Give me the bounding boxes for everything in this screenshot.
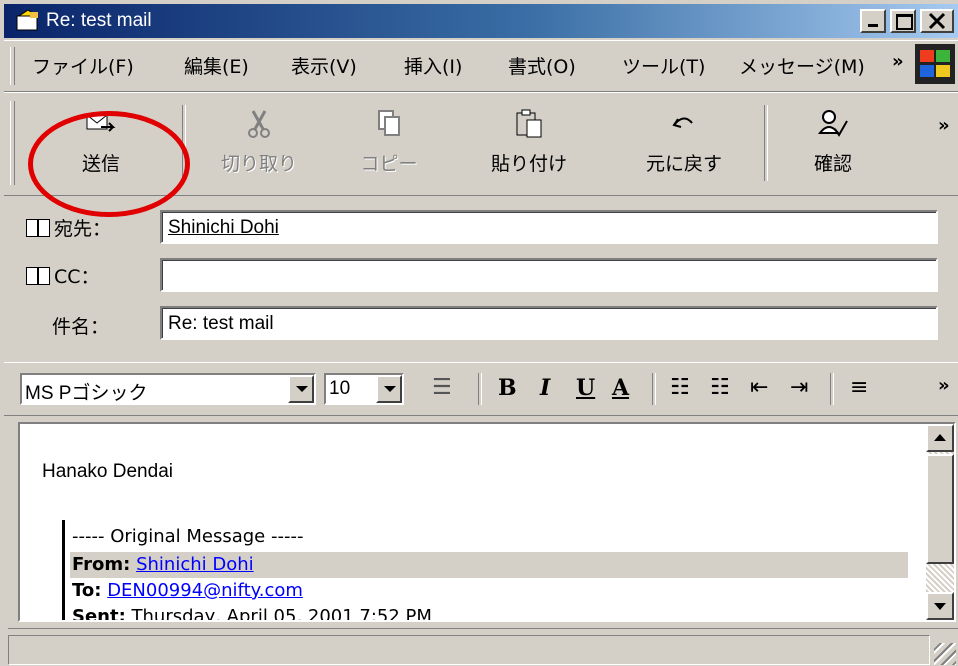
resize-grip-icon[interactable] <box>934 643 956 665</box>
toolbar-separator <box>764 105 768 181</box>
paragraph-style-icon[interactable]: ☰ <box>432 375 452 400</box>
paste-button[interactable]: 貼り付け <box>474 105 584 183</box>
copy-button[interactable]: コピー <box>334 105 444 183</box>
paste-label: 貼り付け <box>490 153 567 175</box>
sent-value: Thursday, April 05, 2001 7:52 PM <box>131 606 432 622</box>
to-label-text: 宛先： <box>54 218 112 240</box>
cc-field[interactable] <box>160 258 938 292</box>
scroll-down-arrow-icon <box>934 603 946 610</box>
compose-window: Re: test mail ファイル(F) 編集(E) 表示(V) 挿入(I) … <box>0 0 958 666</box>
window-title: Re: test mail <box>46 10 152 31</box>
to-recipient[interactable]: Shinichi Dohi <box>168 217 279 239</box>
copy-icon <box>378 110 400 136</box>
menu-overflow-chevron-icon[interactable]: » <box>892 51 904 72</box>
increase-indent-icon[interactable]: ⇥ <box>790 375 808 400</box>
scroll-down-button[interactable] <box>926 592 954 620</box>
send-icon <box>86 114 116 132</box>
menu-message[interactable]: メッセージ(M) <box>739 52 865 79</box>
from-label: From: <box>72 554 131 575</box>
menu-tools[interactable]: ツール(T) <box>622 52 705 79</box>
maximize-button[interactable] <box>890 9 916 33</box>
font-size-value: 10 <box>329 378 351 399</box>
maximize-icon <box>896 14 913 30</box>
cut-button[interactable]: 切り取り <box>204 105 314 183</box>
font-color-icon[interactable]: A <box>612 375 629 401</box>
paste-icon <box>516 109 542 138</box>
address-book-icon[interactable] <box>26 267 50 285</box>
quoted-from-line: From: Shinichi Dohi <box>72 554 254 575</box>
check-names-icon <box>817 110 848 137</box>
toolbar: 送信 切り取り コピー 貼り付け 元に戻す 確認 » <box>4 92 958 196</box>
from-link[interactable]: Shinichi Dohi <box>136 554 254 575</box>
format-separator <box>652 373 656 405</box>
send-label: 送信 <box>81 153 120 175</box>
send-button[interactable]: 送信 <box>46 105 156 183</box>
underline-icon[interactable]: U <box>576 375 595 401</box>
menu-format[interactable]: 書式(O) <box>508 52 576 79</box>
minimize-button[interactable] <box>860 9 886 33</box>
format-separator <box>830 373 834 405</box>
check-names-label: 確認 <box>813 153 852 175</box>
close-button[interactable] <box>920 9 954 33</box>
windows-logo-icon <box>915 44 955 84</box>
format-bar: MS Pゴシック 10 ☰ B I U A ☷ ☷ ⇤ ⇥ ≡ » <box>4 362 958 416</box>
address-book-icon[interactable] <box>26 219 50 237</box>
size-dropdown-arrow-icon[interactable] <box>376 375 402 403</box>
greeting-text: Hanako Dendai <box>42 461 173 482</box>
decrease-indent-icon[interactable]: ⇤ <box>750 375 768 400</box>
scroll-thumb[interactable] <box>926 454 954 564</box>
quoted-to-label: To: <box>72 580 102 601</box>
font-size-select[interactable]: 10 <box>324 373 404 405</box>
font-dropdown-arrow-icon[interactable] <box>288 375 314 403</box>
quoted-to-line: To: DEN00994@nifty.com <box>72 580 303 601</box>
undo-button[interactable]: 元に戻す <box>629 105 739 183</box>
cc-label[interactable]: CC： <box>26 262 100 289</box>
menu-edit[interactable]: 編集(E) <box>184 52 249 79</box>
subject-field[interactable]: Re: test mail <box>160 306 938 340</box>
subject-value: Re: test mail <box>168 313 274 334</box>
sent-label: Sent: <box>72 606 126 622</box>
bullet-list-icon[interactable]: ☷ <box>710 375 730 400</box>
status-bar <box>8 628 958 666</box>
scroll-up-arrow-icon <box>934 434 946 441</box>
menu-insert[interactable]: 挿入(I) <box>404 52 462 79</box>
quote-bar <box>62 520 65 620</box>
subject-label: 件名： <box>52 316 110 338</box>
format-separator <box>478 373 482 405</box>
close-icon <box>928 12 946 30</box>
menu-grip[interactable] <box>10 47 15 85</box>
check-names-button[interactable]: 確認 <box>778 105 888 183</box>
toolbar-grip[interactable] <box>10 101 15 185</box>
menu-bar: ファイル(F) 編集(E) 表示(V) 挿入(I) 書式(O) ツール(T) メ… <box>4 40 958 92</box>
minimize-icon <box>868 24 878 27</box>
toolbar-overflow-chevron-icon[interactable]: » <box>938 115 950 136</box>
undo-label: 元に戻す <box>645 153 722 175</box>
bold-icon[interactable]: B <box>498 375 517 401</box>
to-field[interactable]: Shinichi Dohi <box>160 210 938 244</box>
title-bar[interactable]: Re: test mail <box>4 4 958 38</box>
quoted-sent-line: Sent: Thursday, April 05, 2001 7:52 PM <box>72 606 432 622</box>
vertical-scrollbar[interactable] <box>926 424 954 620</box>
font-name-value: MS Pゴシック <box>25 383 148 404</box>
status-panel <box>8 635 930 665</box>
menu-file[interactable]: ファイル(F) <box>32 52 134 79</box>
copy-label: コピー <box>360 153 418 175</box>
scissors-icon <box>248 110 270 138</box>
italic-icon[interactable]: I <box>540 375 550 401</box>
to-label[interactable]: 宛先： <box>26 214 111 241</box>
quoted-to-link[interactable]: DEN00994@nifty.com <box>107 580 303 601</box>
scroll-up-button[interactable] <box>926 424 954 452</box>
numbered-list-icon[interactable]: ☷ <box>670 375 690 400</box>
compose-mail-icon <box>16 10 39 31</box>
format-overflow-chevron-icon[interactable]: » <box>938 375 950 396</box>
cut-label: 切り取り <box>220 153 297 175</box>
menu-view[interactable]: 表示(V) <box>291 52 357 79</box>
cc-label-text: CC： <box>54 266 100 288</box>
message-body[interactable]: Hanako Dendai ----- Original Message ---… <box>18 422 956 622</box>
font-name-select[interactable]: MS Pゴシック <box>20 373 316 405</box>
align-left-icon[interactable]: ≡ <box>850 375 868 400</box>
undo-icon <box>672 117 693 128</box>
original-message-header: ----- Original Message ----- <box>72 526 304 547</box>
toolbar-separator <box>182 105 186 181</box>
